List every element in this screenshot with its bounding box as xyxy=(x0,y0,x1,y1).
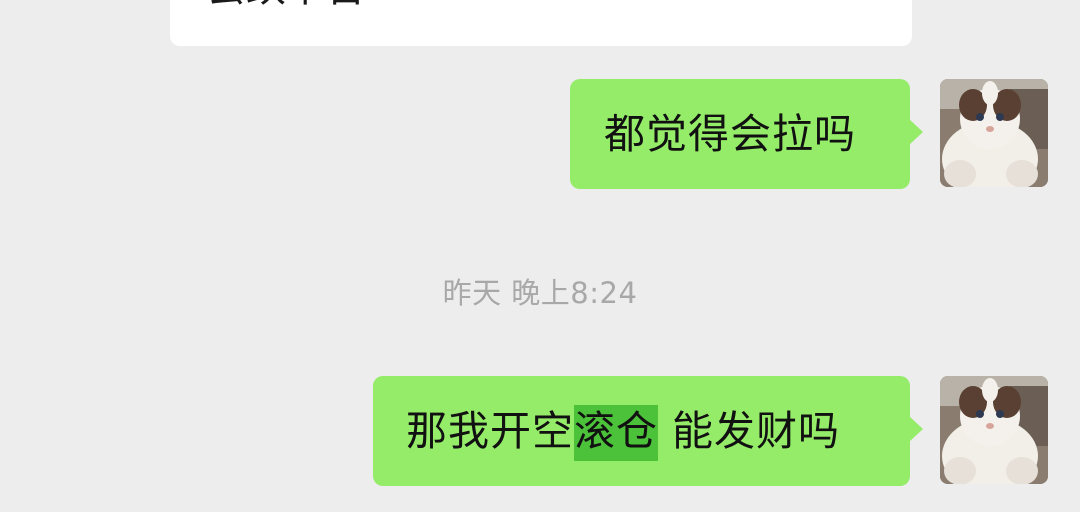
cat-avatar-icon xyxy=(940,376,1048,484)
user-avatar[interactable] xyxy=(940,79,1048,187)
outgoing-message-text: 那我开空滚仓 能发财吗 xyxy=(406,405,841,461)
incoming-message-bubble[interactable]: 会跌下台 xyxy=(170,0,912,46)
outgoing-message-text: 都觉得会拉吗 xyxy=(604,110,856,158)
outgoing-message-bubble[interactable]: 那我开空滚仓 能发财吗 xyxy=(373,376,923,486)
incoming-message-text: 会跌下台 xyxy=(206,0,366,12)
cat-avatar-icon xyxy=(940,79,1048,187)
message-text-after: 能发财吗 xyxy=(658,407,841,455)
message-text-before: 那我开空 xyxy=(406,407,574,455)
outgoing-message-bubble[interactable]: 都觉得会拉吗 xyxy=(570,79,923,189)
selected-text-highlight[interactable]: 滚仓 xyxy=(574,405,658,461)
message-timestamp: 昨天 晚上8:24 xyxy=(442,276,638,310)
user-avatar[interactable] xyxy=(940,376,1048,484)
